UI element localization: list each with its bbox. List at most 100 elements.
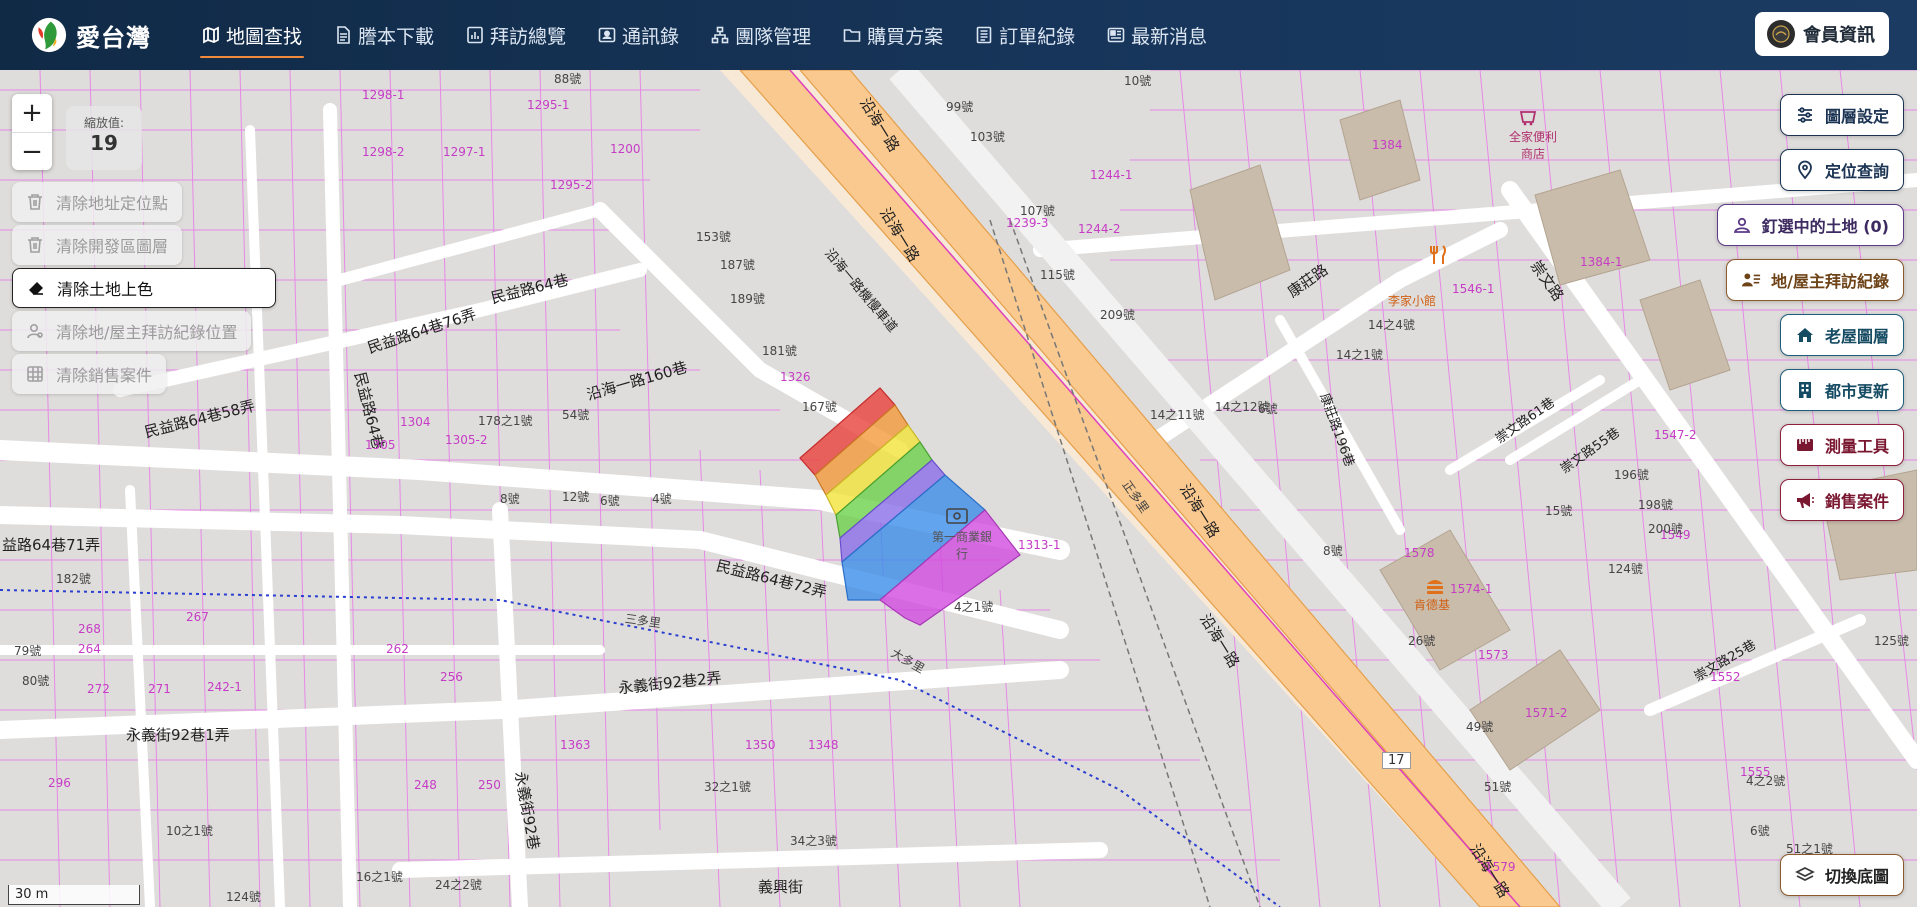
- location-pin-icon: [1795, 160, 1815, 180]
- owner-visit-records-button[interactable]: 地/屋主拜訪紀錄: [1726, 259, 1904, 301]
- zoom-in-button[interactable]: +: [12, 94, 52, 132]
- zoom-out-button[interactable]: −: [12, 132, 52, 170]
- road-label: 義興街: [758, 878, 804, 896]
- nav-item-order-records[interactable]: 訂單紀錄: [959, 0, 1091, 70]
- house-number: 115號: [1040, 268, 1075, 282]
- app-logo[interactable]: 愛台灣: [30, 16, 170, 54]
- house-number: 8號: [1323, 544, 1343, 558]
- nav-item-label: 訂單紀錄: [999, 25, 1076, 48]
- parcel-label: 268: [78, 622, 101, 636]
- parcel-label: 1298-2: [362, 145, 405, 159]
- nav-item-visit-overview[interactable]: 拜訪總覽: [450, 0, 582, 70]
- house-number: 209號: [1100, 308, 1135, 322]
- house-number: 6號: [1750, 824, 1770, 838]
- house-number: 32之1號: [704, 780, 751, 794]
- nav-item-latest-news[interactable]: 最新消息: [1091, 0, 1223, 70]
- urban-renewal-button[interactable]: 都市更新: [1779, 369, 1904, 411]
- parcel-label: 1578: [1404, 546, 1435, 560]
- nav-item-label: 通訊錄: [622, 25, 680, 48]
- clear-land-coloring-button[interactable]: 清除土地上色: [12, 268, 276, 308]
- house-number: 8號: [500, 492, 520, 506]
- top-navigation-bar: 愛台灣 地圖查找 謄本下載 拜訪總覽 通訊錄 團隊管理 購買方案 訂單紀錄 最新…: [0, 0, 1917, 70]
- zoom-level-value: 19: [90, 131, 118, 155]
- map-scale-bar: 30 m: [8, 885, 140, 905]
- measurement-tool-button[interactable]: 測量工具: [1779, 424, 1904, 466]
- grid-icon: [26, 365, 44, 383]
- parcel-label: 1384: [1372, 138, 1403, 152]
- zoom-control: + −: [12, 94, 52, 170]
- parcel-label: 1313-1: [1018, 538, 1061, 552]
- parcel-label: 1579: [1485, 860, 1516, 874]
- avatar: [1767, 20, 1795, 48]
- house-number: 181號: [762, 344, 797, 358]
- restaurant-icon: [1430, 245, 1446, 264]
- house-number: 10號: [1124, 74, 1152, 88]
- road-label: 益路64巷71弄: [2, 536, 101, 554]
- clear-development-layer-button[interactable]: 清除開發區圖層: [12, 225, 183, 265]
- nav-item-map-search[interactable]: 地圖查找: [186, 0, 318, 70]
- member-info-label: 會員資訊: [1803, 25, 1875, 46]
- button-label: 釘選中的土地 (0): [1761, 217, 1889, 236]
- newspaper-icon: [1107, 26, 1125, 44]
- house-number: 182號: [56, 572, 91, 586]
- trash-icon: [26, 193, 44, 211]
- poi-bank[interactable]: 第一商業銀行: [932, 528, 992, 562]
- parcel-label: 248: [414, 778, 437, 792]
- contact-card-icon: [598, 26, 616, 44]
- receipt-icon: [975, 26, 993, 44]
- sales-cases-button[interactable]: 銷售案件: [1779, 479, 1904, 521]
- house-number: 88號: [554, 72, 582, 86]
- pinned-land-button[interactable]: 釘選中的土地 (0): [1716, 204, 1904, 246]
- house-number: 178之1號: [478, 414, 533, 428]
- parcel-label: 1305: [365, 438, 396, 452]
- parcel-label: 1384-1: [1580, 255, 1623, 269]
- nav-item-transcript-download[interactable]: 謄本下載: [318, 0, 450, 70]
- nav-item-purchase-plans[interactable]: 購買方案: [827, 0, 959, 70]
- nav-item-team-management[interactable]: 團隊管理: [695, 0, 827, 70]
- zoom-level-indicator: 縮放值: 19: [66, 106, 142, 170]
- parcel-label: 1304: [400, 415, 431, 429]
- parcel-label: 271: [148, 682, 171, 696]
- house-number: 189號: [730, 292, 765, 306]
- map-basemap: [0, 70, 1917, 907]
- folder-icon: [843, 26, 861, 44]
- house-number: 200號: [1648, 522, 1683, 536]
- parcel-label: 296: [48, 776, 71, 790]
- poi-convenience-store[interactable]: 全家便利商店: [1505, 128, 1561, 162]
- map-canvas[interactable]: 沿海一路 沿海一路 沿海一路 沿海一路 沿海一路 沿海一路機慢車道 民益路64巷…: [0, 70, 1917, 907]
- poi-fast-food[interactable]: 肯德基: [1414, 596, 1450, 613]
- house-number: 14之1號: [1336, 348, 1383, 362]
- parcel-label: 1363: [560, 738, 591, 752]
- document-icon: [334, 26, 352, 44]
- nav-item-contacts[interactable]: 通訊錄: [582, 0, 695, 70]
- button-label: 圖層設定: [1824, 107, 1889, 126]
- house-number: 99號: [946, 100, 974, 114]
- house-number: 153號: [696, 230, 731, 244]
- nav-item-label: 謄本下載: [358, 25, 435, 48]
- house-number: 107號: [1020, 204, 1055, 218]
- button-label: 銷售案件: [1824, 492, 1889, 511]
- poi-restaurant[interactable]: 李家小館: [1388, 292, 1436, 309]
- clear-address-pin-button[interactable]: 清除地址定位點: [12, 182, 183, 222]
- house-number: 187號: [720, 258, 755, 272]
- house-number: 79號: [14, 644, 42, 658]
- button-label: 測量工具: [1824, 437, 1889, 456]
- parcel-label: 1546-1: [1452, 282, 1495, 296]
- tool-label: 清除地址定位點: [56, 194, 169, 213]
- switch-basemap-button[interactable]: 切換底圖: [1779, 854, 1904, 896]
- parcel-label: 1295-2: [550, 178, 593, 192]
- parcel-label: 1305-2: [445, 433, 488, 447]
- parcel-label: 1297-1: [443, 145, 486, 159]
- house-number: 14之4號: [1368, 318, 1415, 332]
- taiwan-logo-icon: [31, 17, 67, 53]
- old-house-layer-button[interactable]: 老屋圖層: [1779, 314, 1904, 356]
- house-number: 4之1號: [954, 600, 994, 614]
- clear-sales-cases-button[interactable]: 清除銷售案件: [12, 354, 167, 394]
- road-label: 永義街92巷1弄: [126, 726, 230, 744]
- location-search-button[interactable]: 定位查詢: [1779, 149, 1904, 191]
- member-info-button[interactable]: 會員資訊: [1755, 12, 1889, 56]
- layer-settings-button[interactable]: 圖層設定: [1779, 94, 1904, 136]
- clear-owner-visit-location-button[interactable]: 清除地/屋主拜訪紀錄位置: [12, 311, 252, 351]
- house-number: 16之1號: [356, 870, 403, 884]
- house-number: 4之2號: [1746, 774, 1786, 788]
